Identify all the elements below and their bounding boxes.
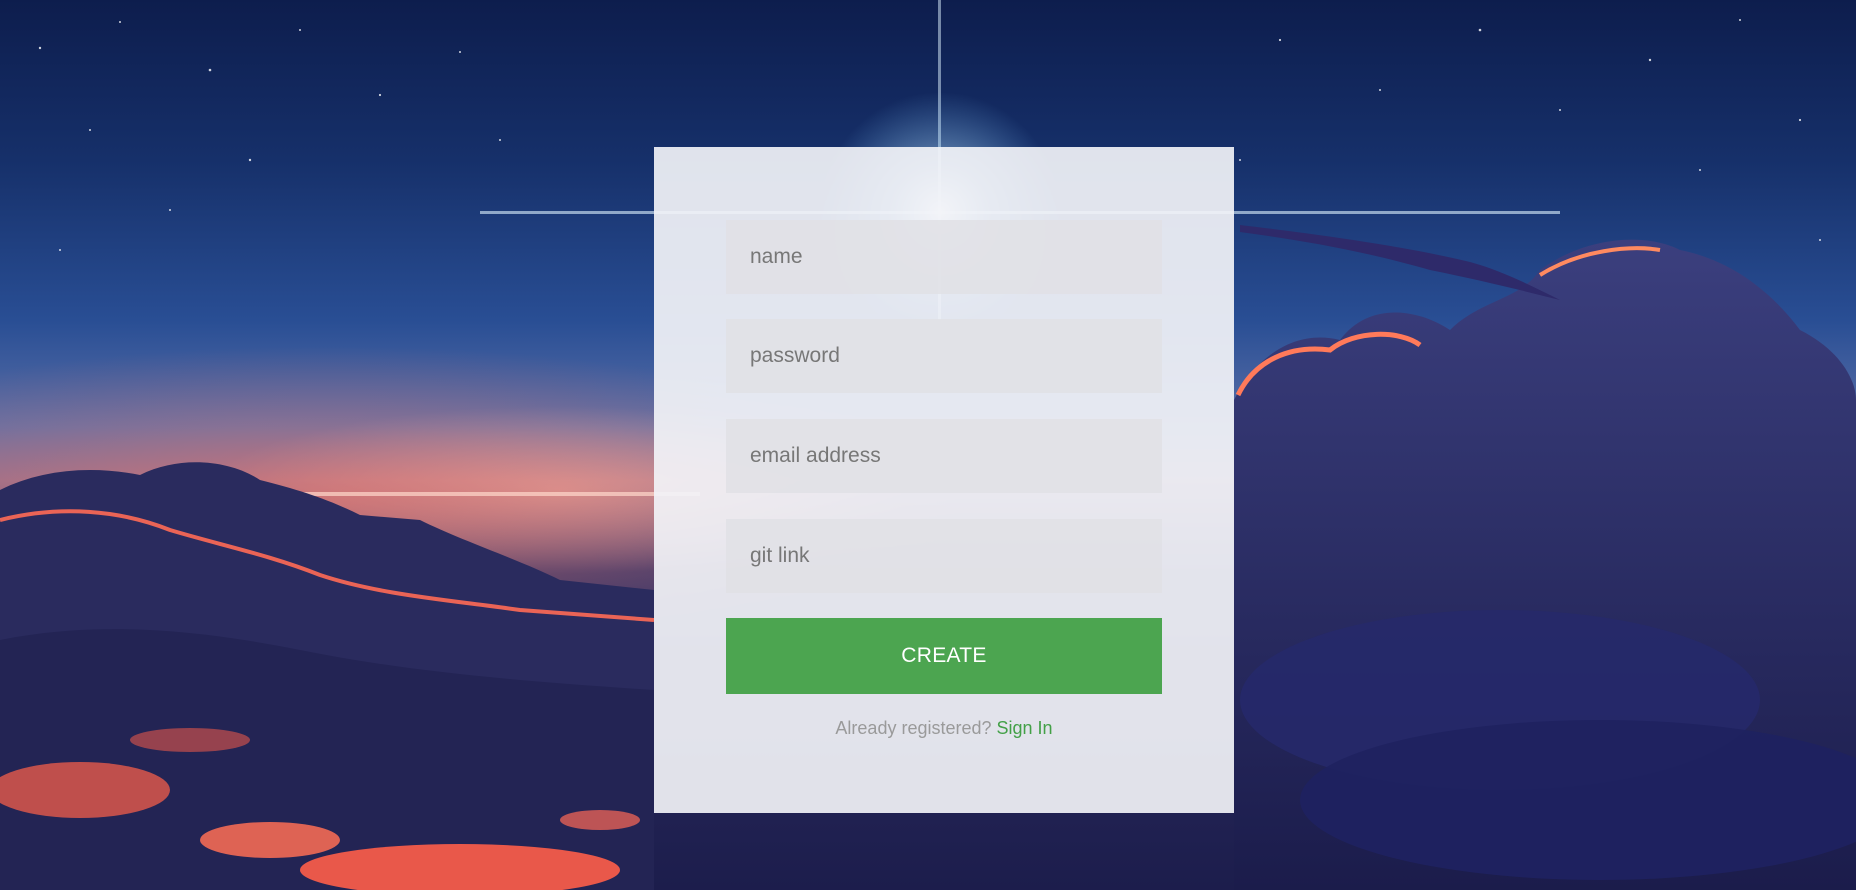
password-field[interactable] <box>726 319 1162 393</box>
name-field[interactable] <box>726 220 1162 294</box>
sign-in-link[interactable]: Sign In <box>997 718 1053 738</box>
signin-prompt: Already registered? Sign In <box>654 718 1234 739</box>
registration-card: CREATE Already registered? Sign In <box>654 147 1234 813</box>
git-link-field[interactable] <box>726 519 1162 593</box>
create-button[interactable]: CREATE <box>726 618 1162 694</box>
email-field[interactable] <box>726 419 1162 493</box>
already-registered-text: Already registered? <box>835 718 997 738</box>
